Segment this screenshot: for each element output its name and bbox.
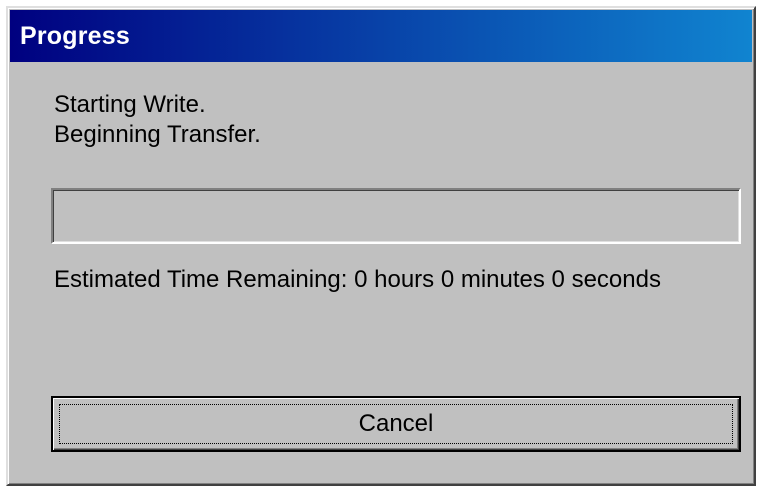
cancel-button-label: Cancel — [358, 410, 434, 437]
estimated-time-remaining: Estimated Time Remaining: 0 hours 0 minu… — [54, 266, 661, 293]
status-line-1: Starting Write. — [54, 91, 206, 118]
cancel-button[interactable]: Cancel — [51, 396, 741, 452]
status-message: Starting Write. Beginning Transfer. — [54, 90, 261, 150]
title-bar[interactable]: Progress — [10, 10, 752, 62]
window-title: Progress — [20, 21, 130, 50]
progress-bar — [51, 188, 741, 244]
progress-dialog: Progress Starting Write. Beginning Trans… — [6, 6, 756, 486]
status-line-2: Beginning Transfer. — [54, 121, 261, 148]
